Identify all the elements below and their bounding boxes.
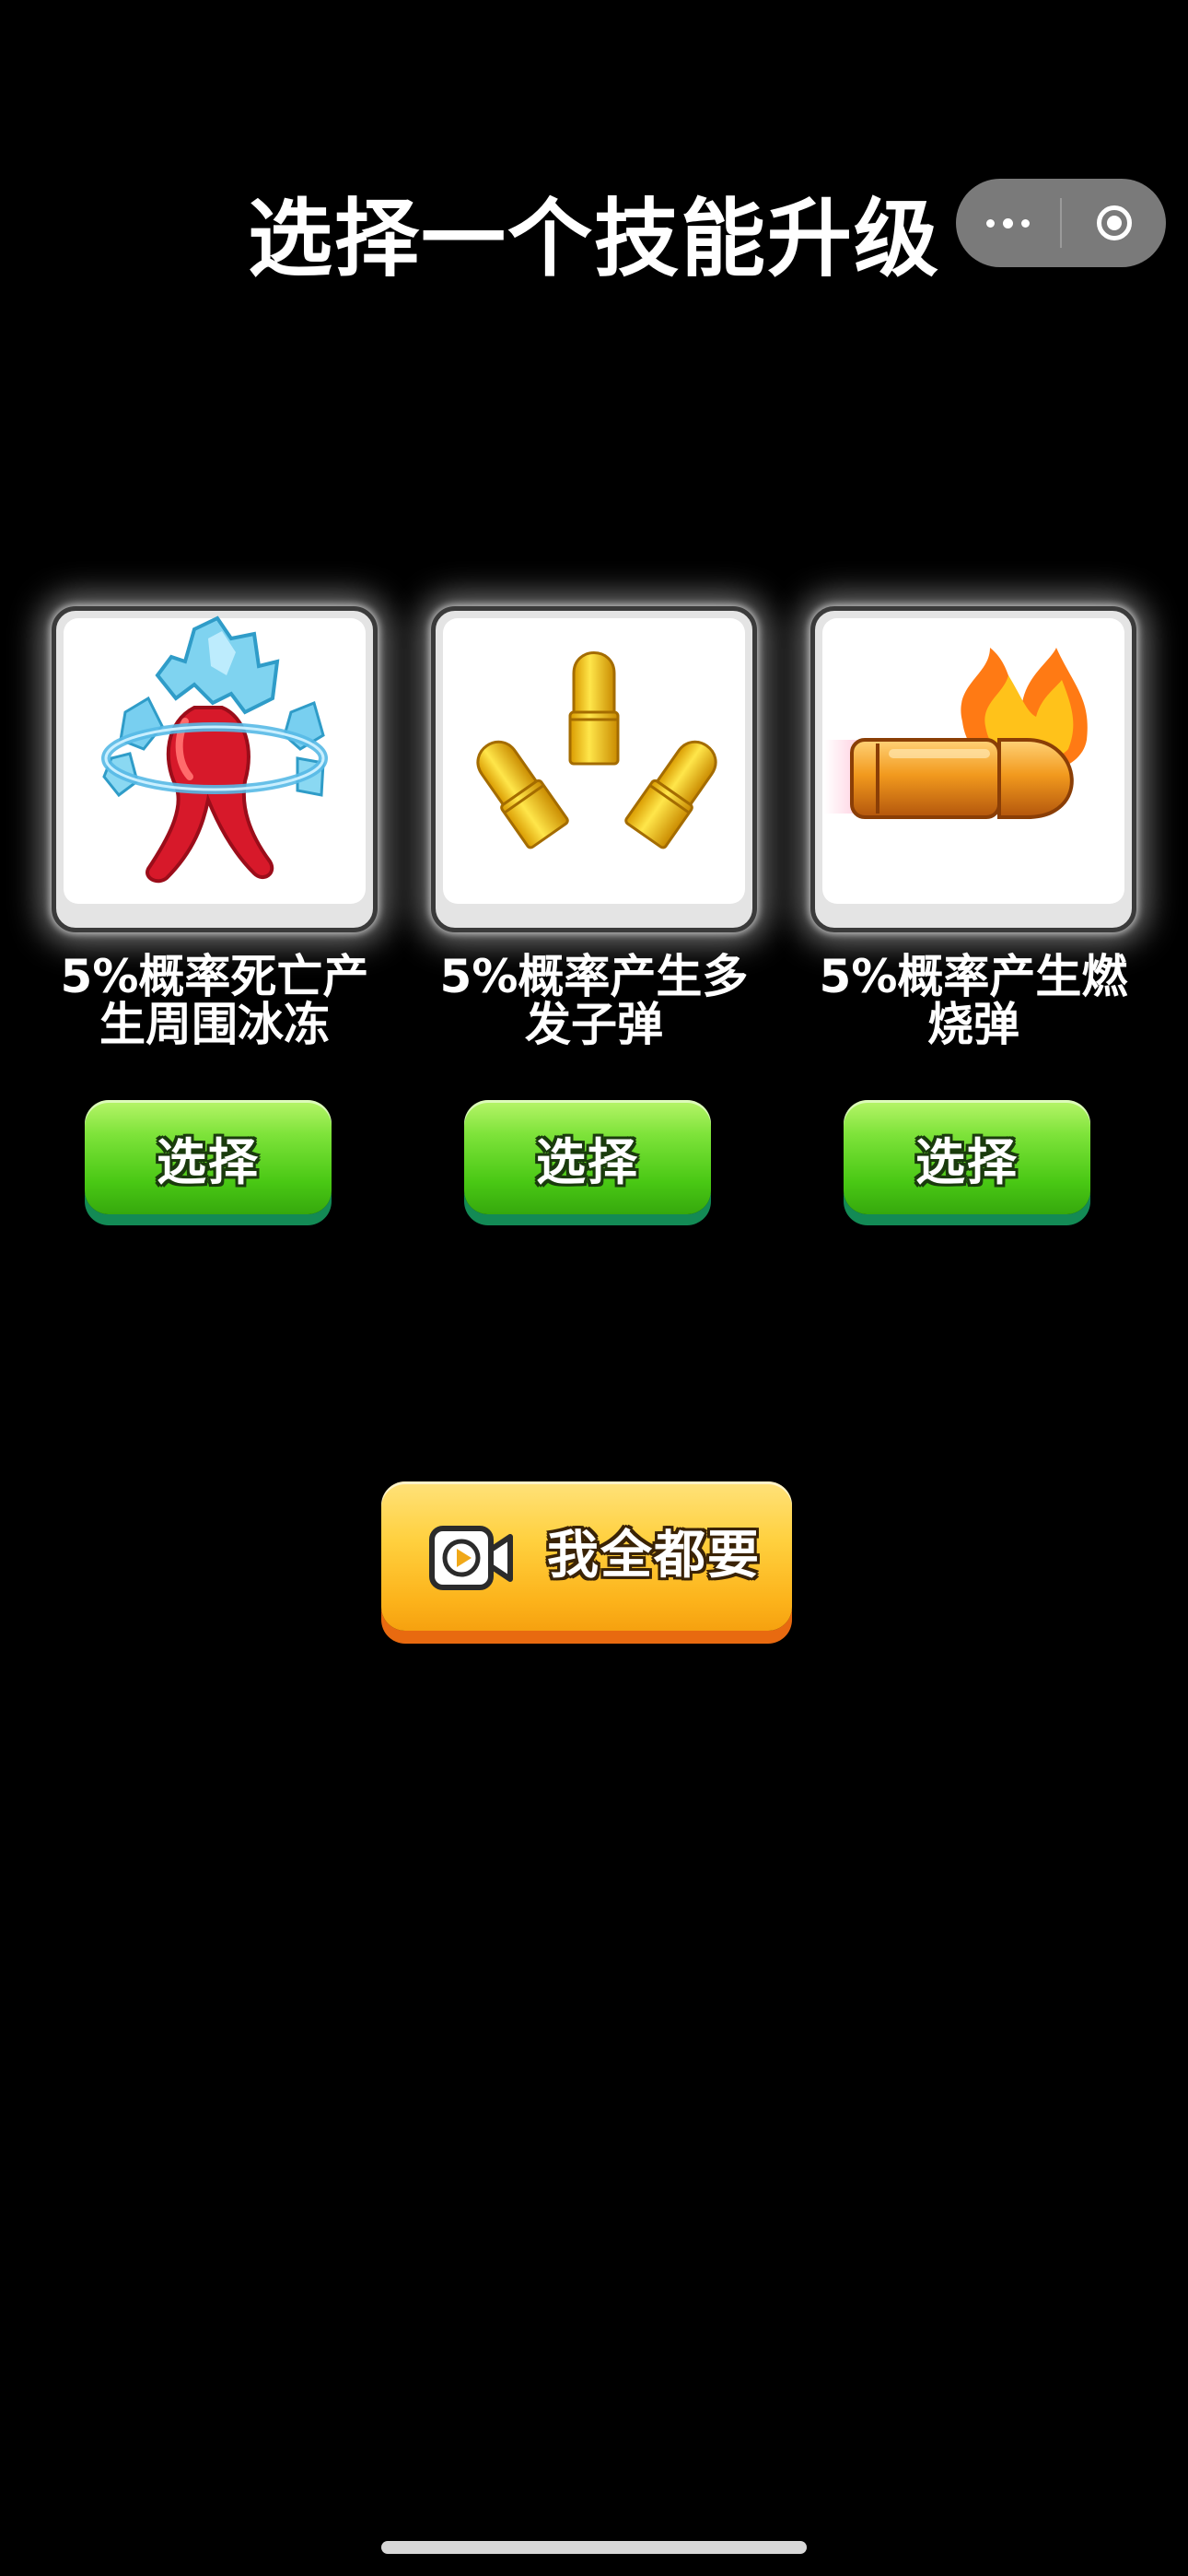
select-button-label: 选择 [915, 1132, 1019, 1191]
skill-description: 5%概率产生燃烧弹 [819, 950, 1128, 1051]
skill-description: 5%概率死亡产生周围冰冻 [60, 950, 369, 1051]
skill-options: 5%概率死亡产生周围冰冻 5%概率产生多发子弹 5%概率产生燃烧弹 选择 选择 … [52, 606, 1138, 1251]
select-button-3[interactable]: 选择 [844, 1100, 1090, 1214]
ice-freeze-icon [101, 615, 328, 884]
skill-card-frame [810, 606, 1136, 932]
fire-bullet-icon [824, 648, 1088, 819]
skill-card-1: 5%概率死亡产生周围冰冻 [52, 606, 378, 1048]
get-all-label: 我全都要 [547, 1526, 761, 1586]
get-all-button[interactable]: 我全都要 [381, 1481, 792, 1631]
skill-description: 5%概率产生多发子弹 [439, 950, 749, 1051]
multi-bullet-icon [476, 651, 717, 849]
select-button-1[interactable]: 选择 [85, 1100, 332, 1214]
mini-program-capsule [956, 179, 1166, 267]
more-dots-icon[interactable] [956, 179, 1060, 267]
select-button-label: 选择 [536, 1132, 639, 1191]
select-button-label: 选择 [157, 1132, 260, 1191]
select-button-2[interactable]: 选择 [464, 1100, 711, 1214]
skill-card-frame [431, 606, 757, 932]
skill-card-frame [52, 606, 378, 932]
target-circle-icon[interactable] [1062, 179, 1166, 267]
skill-card-2: 5%概率产生多发子弹 [431, 606, 757, 1048]
video-camera-icon [429, 1526, 513, 1590]
home-indicator[interactable] [381, 2541, 807, 2554]
skill-card-3: 5%概率产生燃烧弹 [810, 606, 1136, 1048]
